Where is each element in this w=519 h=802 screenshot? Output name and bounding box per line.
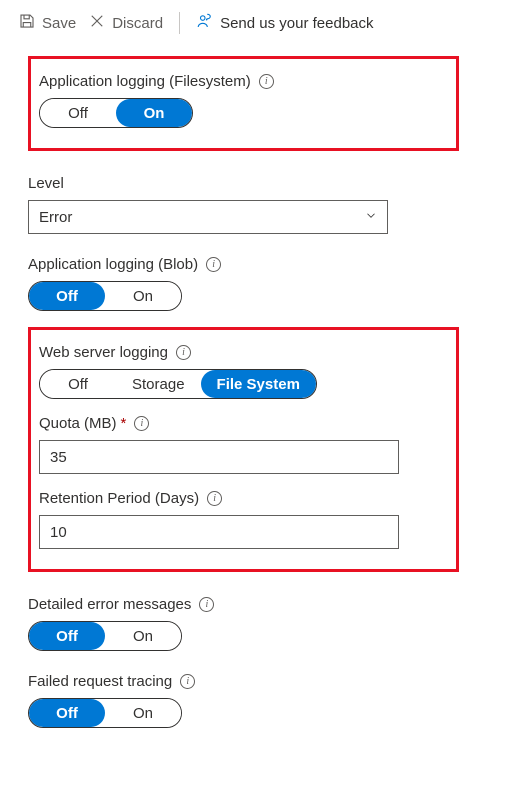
feedback-button[interactable]: Send us your feedback [196,12,373,34]
highlight-box-web-server: Web server logging i Off Storage File Sy… [28,327,459,572]
level-label: Level [28,175,64,192]
web-server-logging-label: Web server logging [39,344,168,361]
failed-request-tracing-label: Failed request tracing [28,673,172,690]
field-quota: Quota (MB) * i [39,415,438,474]
info-icon[interactable]: i [199,597,214,612]
web-server-off[interactable]: Off [40,370,116,398]
field-web-server-logging: Web server logging i Off Storage File Sy… [39,338,438,557]
info-icon[interactable]: i [134,416,149,431]
failed-request-tracing-toggle: Off On [28,698,182,728]
info-icon[interactable]: i [206,257,221,272]
retention-input[interactable] [39,515,399,549]
level-value: Error [39,209,72,226]
field-failed-request-tracing: Failed request tracing i Off On [28,663,519,740]
toolbar: Save Discard Send us your feedback [0,8,519,52]
app-logging-blob-off[interactable]: Off [29,282,105,310]
app-logging-fs-off[interactable]: Off [40,99,116,127]
feedback-icon [196,12,214,34]
save-label: Save [42,15,76,32]
quota-label: Quota (MB) [39,415,117,432]
field-app-logging-fs: Application logging (Filesystem) i Off O… [39,67,438,136]
level-select[interactable]: Error [28,200,388,234]
field-retention: Retention Period (Days) i [39,490,438,549]
app-logging-blob-on[interactable]: On [105,282,181,310]
web-server-storage[interactable]: Storage [116,370,201,398]
web-server-logging-toggle: Off Storage File System [39,369,317,399]
field-level: Level Error [28,165,519,246]
level-select-wrap: Error [28,200,388,234]
info-icon[interactable]: i [180,674,195,689]
discard-label: Discard [112,15,163,32]
close-icon [88,12,106,34]
form-area: Application logging (Filesystem) i Off O… [0,56,519,740]
discard-button[interactable]: Discard [88,12,163,34]
detailed-errors-label: Detailed error messages [28,596,191,613]
app-logging-fs-toggle: Off On [39,98,193,128]
detailed-errors-toggle: Off On [28,621,182,651]
required-indicator: * [121,415,127,432]
app-logging-blob-label: Application logging (Blob) [28,256,198,273]
info-icon[interactable]: i [207,491,222,506]
save-button[interactable]: Save [18,12,76,34]
info-icon[interactable]: i [259,74,274,89]
failed-request-off[interactable]: Off [29,699,105,727]
web-server-fs[interactable]: File System [201,370,316,398]
retention-label: Retention Period (Days) [39,490,199,507]
toolbar-separator [179,12,180,34]
app-logging-fs-label: Application logging (Filesystem) [39,73,251,90]
feedback-label: Send us your feedback [220,15,373,32]
failed-request-on[interactable]: On [105,699,181,727]
save-icon [18,12,36,34]
app-logging-fs-on[interactable]: On [116,99,192,127]
detailed-errors-on[interactable]: On [105,622,181,650]
detailed-errors-off[interactable]: Off [29,622,105,650]
field-app-logging-blob: Application logging (Blob) i Off On [28,246,519,323]
quota-input[interactable] [39,440,399,474]
app-logging-blob-toggle: Off On [28,281,182,311]
highlight-box-app-logging-fs: Application logging (Filesystem) i Off O… [28,56,459,151]
info-icon[interactable]: i [176,345,191,360]
field-detailed-errors: Detailed error messages i Off On [28,586,519,663]
